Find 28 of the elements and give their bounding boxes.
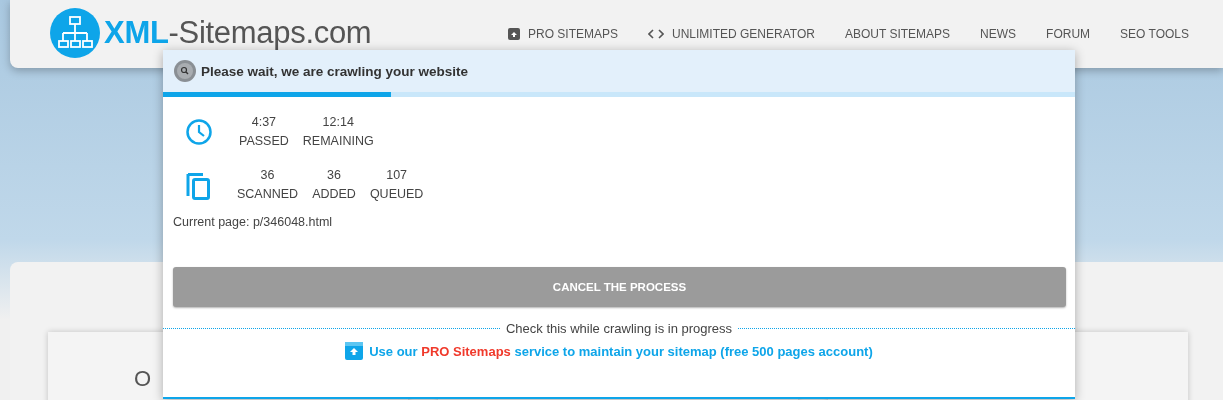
stat-label: ADDED — [312, 187, 356, 201]
stat-value: 12:14 — [322, 115, 354, 129]
nav-link[interactable]: ABOUT SITEMAPS — [844, 26, 951, 41]
nav-link[interactable]: NEWS — [980, 26, 1017, 41]
stat-label: PASSED — [239, 134, 289, 148]
sitemap-logo-icon[interactable] — [50, 8, 100, 58]
dialog-title: Please wait, we are crawling your website — [201, 63, 469, 79]
site-logo-text[interactable]: XML-Sitemaps.com — [104, 15, 372, 51]
clock-icon — [185, 117, 213, 146]
search-icon — [173, 59, 197, 83]
archive-icon — [508, 27, 520, 40]
nav-link[interactable]: PRO SITEMAPS — [508, 26, 619, 41]
nav-link[interactable]: SEO TOOLS — [1120, 26, 1189, 41]
upload-box-icon — [345, 342, 364, 360]
nav-link[interactable]: FORUM — [1046, 26, 1091, 41]
stat-value: 36 — [260, 168, 275, 182]
section-heading: O — [134, 366, 152, 391]
nav-link[interactable]: UNLIMITED GENERATOR — [648, 26, 815, 41]
promo-link[interactable]: Use our PRO Sitemaps service to maintain your sitemap (free 500 pages account) — [369, 343, 873, 359]
stat-label: REMAINING — [302, 134, 374, 148]
stat-value: 4:37 — [251, 115, 277, 129]
divider-caption: Check this while crawling is in progress — [505, 321, 733, 336]
stat-value: 107 — [386, 168, 408, 182]
code-icon — [648, 28, 665, 39]
stat-label: QUEUED — [369, 187, 424, 201]
current-page-text: Current page: p/346048.html — [173, 215, 334, 229]
stat-label: SCANNED — [237, 187, 299, 201]
stat-value: 36 — [327, 168, 341, 182]
